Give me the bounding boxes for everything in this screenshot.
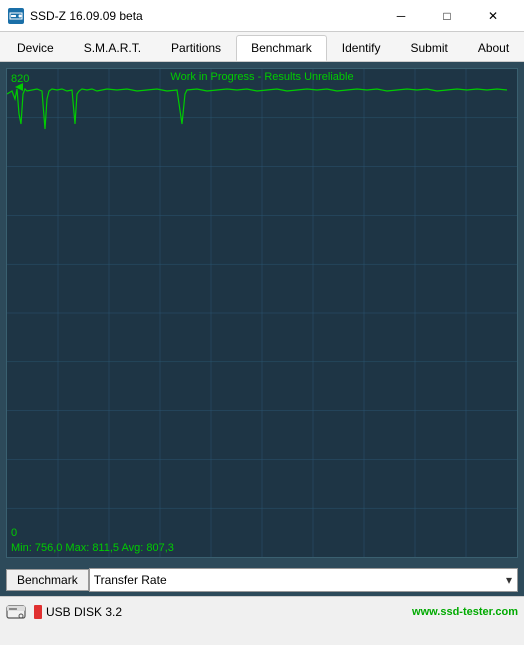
disk-color-indicator [34,605,42,619]
chart-stats-text: Min: 756,0 Max: 811,5 Avg: 807,3 [11,542,174,554]
chart-status-text: Work in Progress - Results Unreliable [170,71,353,83]
chart-type-select[interactable]: Transfer Rate IOPS Access Time [89,568,518,592]
chart-container: 820 Work in Progress - Results Unreliabl… [6,68,518,558]
menu-item-submit[interactable]: Submit [395,35,462,61]
menu-item-about[interactable]: About [463,35,524,61]
menu-bar: DeviceS.M.A.R.T.PartitionsBenchmarkIdent… [0,32,524,62]
title-bar-controls: ─ □ ✕ [378,0,516,32]
status-bar: USB DISK 3.2 www.ssd-tester.com [0,596,524,626]
minimize-button[interactable]: ─ [378,0,424,32]
drive-icon [6,602,26,622]
disk-name: USB DISK 3.2 [46,605,122,619]
main-content: 820 Work in Progress - Results Unreliabl… [0,62,524,596]
menu-item-smart[interactable]: S.M.A.R.T. [69,35,156,61]
status-url: www.ssd-tester.com [412,606,518,618]
title-bar-left: SSD-Z 16.09.09 beta [8,8,143,24]
chart-max-label: 820 [11,73,29,85]
chart-min-label: 0 [11,527,17,539]
bottom-controls: Benchmark Transfer Rate IOPS Access Time [0,564,524,596]
menu-item-device[interactable]: Device [2,35,69,61]
transfer-rate-select-wrapper: Transfer Rate IOPS Access Time [89,568,518,592]
title-bar: SSD-Z 16.09.09 beta ─ □ ✕ [0,0,524,32]
maximize-button[interactable]: □ [424,0,470,32]
menu-item-benchmark[interactable]: Benchmark [236,35,327,61]
disk-label: USB DISK 3.2 [34,605,122,619]
title-bar-title: SSD-Z 16.09.09 beta [30,9,143,23]
app-icon [8,8,24,24]
benchmark-button[interactable]: Benchmark [6,569,89,591]
menu-item-identify[interactable]: Identify [327,35,396,61]
close-button[interactable]: ✕ [470,0,516,32]
menu-item-partitions[interactable]: Partitions [156,35,236,61]
